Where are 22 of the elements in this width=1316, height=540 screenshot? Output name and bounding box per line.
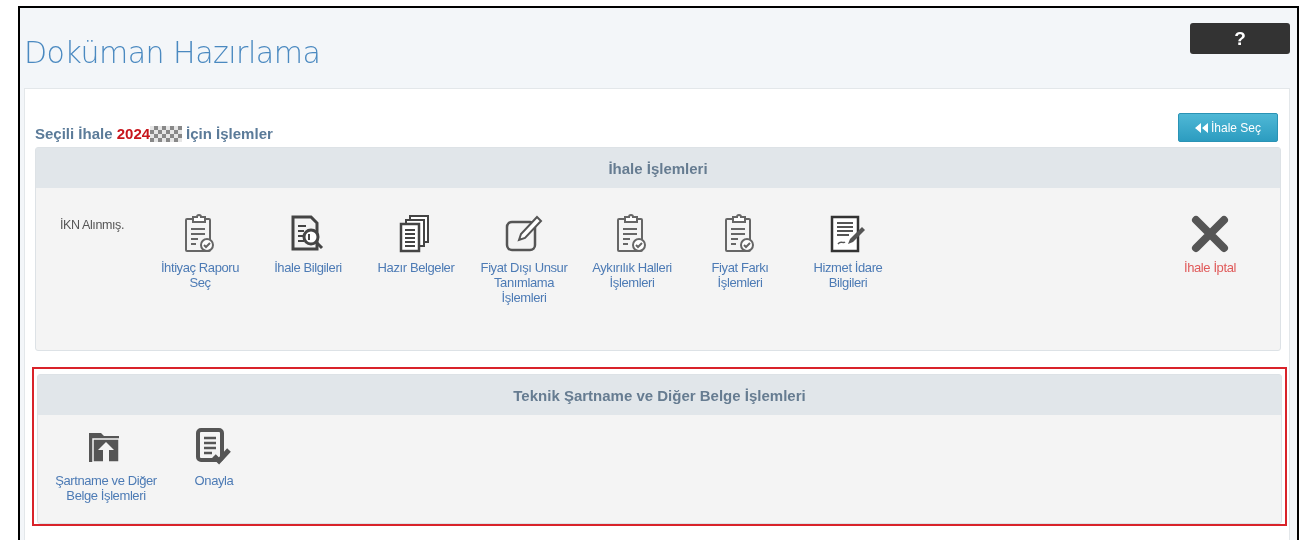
- tool-link[interactable]: Hazır Belgeler: [377, 214, 455, 275]
- tool-link[interactable]: Onayla: [194, 427, 234, 488]
- section-header: İhale İşlemleri: [36, 148, 1280, 188]
- tool-link[interactable]: İhale İptal: [1184, 214, 1236, 275]
- tool-link[interactable]: Şartname ve Diğer Belge İşlemleri: [52, 427, 160, 503]
- select-tender-button[interactable]: İhale Seç: [1178, 113, 1278, 142]
- double-arrow-left-icon: [1194, 122, 1208, 133]
- document-check-icon: [194, 427, 234, 467]
- selection-heading: Seçili İhale 2024 İçin İşlemler: [35, 125, 273, 142]
- help-button[interactable]: ?: [1190, 23, 1290, 54]
- edit-icon: [504, 214, 544, 254]
- tool-link[interactable]: İhtiyaç Raporu Seç: [150, 214, 250, 290]
- signed-document-icon: [828, 214, 868, 254]
- tool-link[interactable]: Fiyat Farkı İşlemleri: [690, 214, 790, 290]
- tool-link[interactable]: Hizmet İdare Bilgileri: [798, 214, 898, 290]
- status-text: İKN Alınmış.: [60, 218, 124, 232]
- tool-link[interactable]: Fiyat Dışı Unsur Tanımlama İşlemleri: [474, 214, 574, 305]
- section-header: Teknik Şartname ve Diğer Belge İşlemleri: [38, 375, 1281, 415]
- page-title: Doküman Hazırlama: [24, 35, 321, 70]
- tool-link[interactable]: İhale Bilgileri: [274, 214, 342, 275]
- tool-link[interactable]: Aykırılık Halleri İşlemleri: [582, 214, 682, 290]
- cross-icon: [1190, 214, 1230, 254]
